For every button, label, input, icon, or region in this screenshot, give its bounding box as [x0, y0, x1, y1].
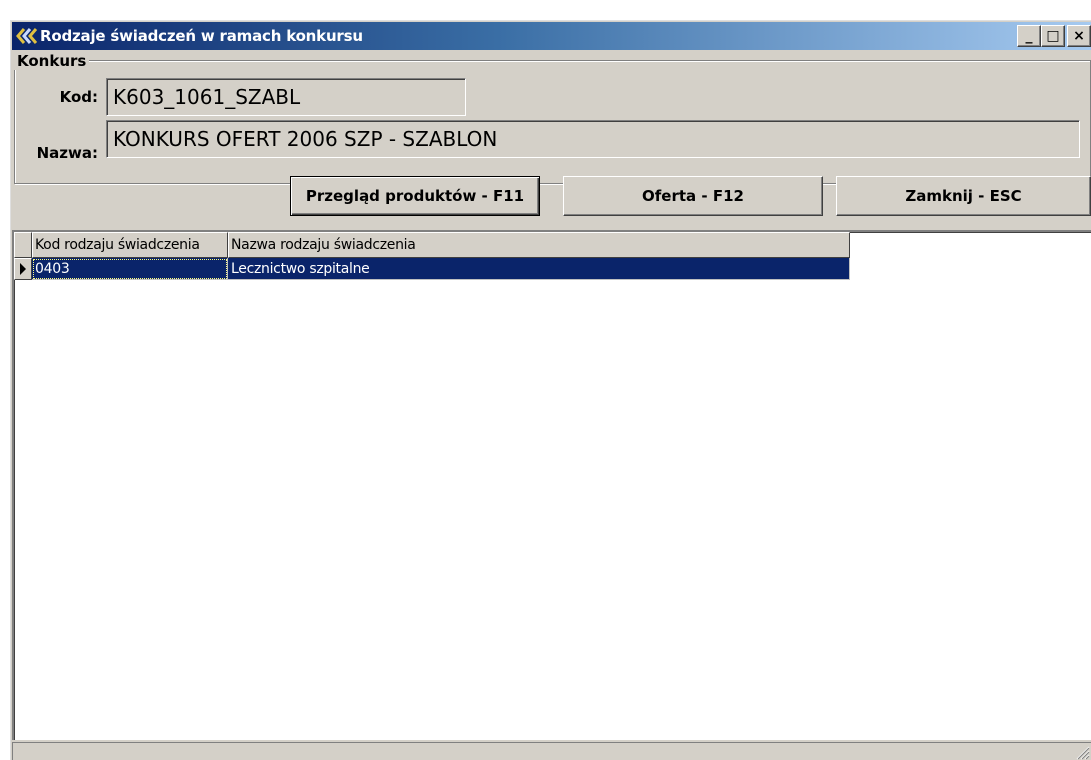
window-controls: _ □ ×: [1017, 25, 1091, 47]
konkurs-legend: Konkurs: [14, 52, 90, 70]
column-header-nazwa[interactable]: Nazwa rodzaju świadczenia: [228, 232, 850, 258]
maximize-button[interactable]: □: [1041, 25, 1065, 47]
window-title: Rodzaje świadczeń w ramach konkursu: [40, 27, 363, 45]
resize-grip-icon[interactable]: [1074, 744, 1090, 760]
offer-button[interactable]: Oferta - F12: [563, 176, 823, 216]
cell-kod[interactable]: 0403: [32, 258, 228, 280]
app-icon: [16, 26, 38, 46]
maximize-icon: □: [1046, 28, 1060, 44]
table-row[interactable]: 0403 Lecznictwo szpitalne: [14, 258, 850, 280]
status-bar: [12, 742, 1091, 760]
grid-header: Kod rodzaju świadczenia Nazwa rodzaju św…: [14, 232, 850, 258]
services-grid[interactable]: Kod rodzaju świadczenia Nazwa rodzaju św…: [12, 230, 1091, 740]
nazwa-label: Nazwa:: [36, 144, 98, 162]
close-dialog-button[interactable]: Zamknij - ESC: [836, 176, 1091, 216]
current-row-indicator: [14, 258, 32, 280]
column-header-kod[interactable]: Kod rodzaju świadczenia: [32, 232, 228, 258]
kod-field: K603_1061_SZABL: [106, 78, 466, 116]
kod-label: Kod:: [59, 88, 98, 106]
minimize-button[interactable]: _: [1017, 25, 1041, 47]
nazwa-field: KONKURS OFERT 2006 SZP - SZABLON: [106, 120, 1080, 158]
title-bar[interactable]: Rodzaje świadczeń w ramach konkursu _ □ …: [12, 22, 1091, 50]
dialog-window: Rodzaje świadczeń w ramach konkursu _ □ …: [8, 18, 1091, 760]
product-review-button[interactable]: Przegląd produktów - F11: [290, 176, 540, 216]
minimize-icon: _: [1025, 28, 1033, 44]
close-button[interactable]: ×: [1067, 25, 1091, 47]
row-pointer-icon: [20, 263, 26, 275]
header-indicator-cell: [14, 232, 32, 258]
cell-nazwa[interactable]: Lecznictwo szpitalne: [228, 258, 850, 280]
close-icon: ×: [1073, 28, 1085, 44]
